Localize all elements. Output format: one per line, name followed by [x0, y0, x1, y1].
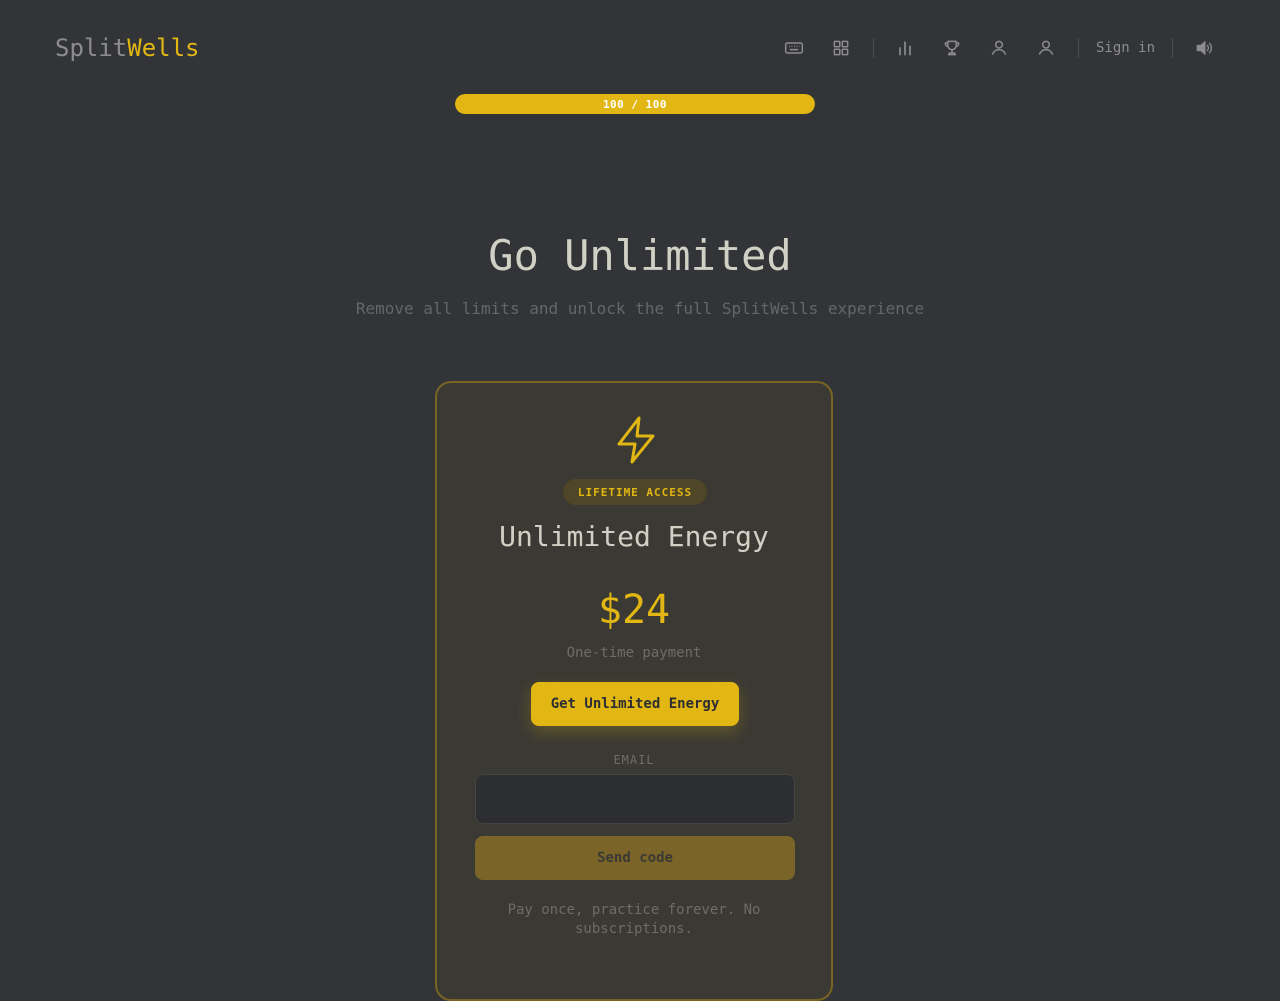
energy-progress-bar: 100 / 100: [455, 94, 815, 114]
brand-part-1: Split: [55, 34, 128, 62]
price-note: One-time payment: [566, 645, 702, 661]
volume-icon[interactable]: [1192, 36, 1216, 60]
card-footnote: Pay once, practice forever. No subscript…: [507, 902, 761, 937]
brand-logo[interactable]: SplitWells: [55, 33, 200, 63]
grid-icon[interactable]: [829, 36, 853, 60]
nav-divider: [1078, 38, 1079, 58]
sign-in-link[interactable]: Sign in: [1096, 40, 1155, 56]
keyboard-icon[interactable]: [782, 36, 806, 60]
energy-progress-text: 100 / 100: [602, 97, 668, 111]
plan-name: Unlimited Energy: [499, 520, 769, 553]
plan-price: $24: [597, 587, 671, 633]
nav-divider: [873, 38, 874, 58]
page-title: Go Unlimited: [488, 231, 792, 280]
lifetime-access-badge: LIFETIME ACCESS: [563, 479, 707, 505]
bar-chart-icon[interactable]: [893, 36, 917, 60]
brand-part-2: Wells: [127, 34, 200, 62]
top-nav: Sign in: [782, 36, 1216, 60]
page-subtitle: Remove all limits and unlock the full Sp…: [355, 299, 925, 318]
user-icon[interactable]: [987, 36, 1011, 60]
send-code-button[interactable]: Send code: [475, 836, 795, 880]
email-input[interactable]: [475, 774, 795, 824]
trophy-icon[interactable]: [940, 36, 964, 60]
email-label: EMAIL: [613, 753, 655, 767]
pricing-card: LIFETIME ACCESS Unlimited Energy $24 One…: [435, 381, 833, 1001]
get-unlimited-energy-button[interactable]: Get Unlimited Energy: [531, 682, 739, 726]
profile-icon[interactable]: [1034, 36, 1058, 60]
lightning-bolt-icon: [613, 415, 659, 465]
nav-divider: [1172, 38, 1174, 58]
